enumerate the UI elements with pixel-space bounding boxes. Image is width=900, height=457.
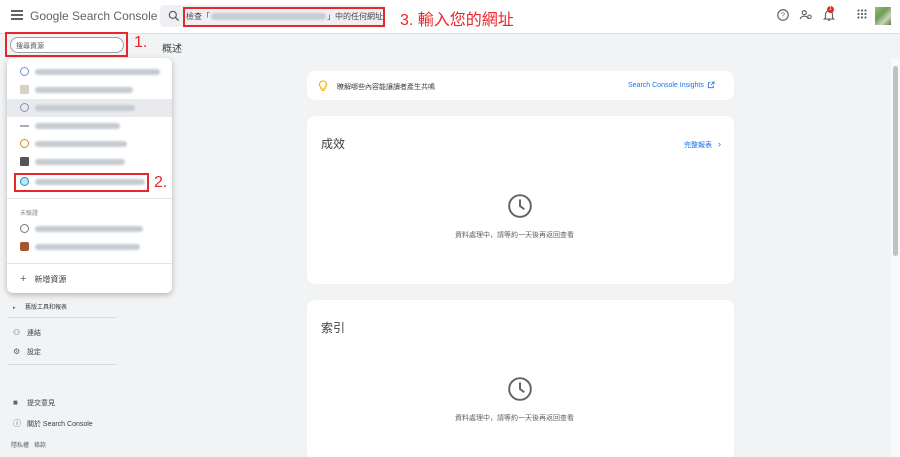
favicon-icon <box>20 139 29 148</box>
index-processing-message: 資料處理中，請等約一天後再返回查看 <box>455 415 574 422</box>
bulb-icon <box>319 80 327 91</box>
favicon-icon <box>20 85 29 94</box>
divider <box>7 198 172 199</box>
property-item[interactable] <box>7 117 172 135</box>
sidebar-item-feedback[interactable]: ■ 提交意見 <box>13 398 55 408</box>
open-external-icon[interactable] <box>707 81 715 89</box>
property-item[interactable] <box>7 153 172 171</box>
property-item[interactable] <box>7 135 172 153</box>
dropdown-category-label: 未驗證 <box>20 211 39 217</box>
manage-users-icon[interactable] <box>799 8 813 22</box>
favicon-icon <box>20 157 29 166</box>
clock-icon <box>508 377 532 401</box>
index-title: 索引 <box>321 321 346 335</box>
property-item-selected[interactable] <box>7 99 172 117</box>
scrollbar-thumb[interactable] <box>893 66 898 256</box>
globe-icon <box>20 67 29 76</box>
apps-grid-icon[interactable] <box>856 8 868 20</box>
favicon-icon <box>20 224 29 233</box>
menu-icon[interactable] <box>11 10 23 22</box>
divider <box>7 317 117 318</box>
search-icon <box>168 10 180 22</box>
annotation-box-step3 <box>183 7 385 27</box>
annotation-step2: 2. <box>154 174 168 191</box>
gear-icon: ⚙ <box>13 347 21 356</box>
sidebar-label: 提交意見 <box>26 400 55 407</box>
app-logo[interactable]: Google Search Console <box>30 9 157 23</box>
sidebar-label: 設定 <box>26 349 41 356</box>
blurred-property-name <box>35 69 160 75</box>
annotation-step3: 3. 輸入您的網址 <box>400 12 514 29</box>
full-report-label: 完整報表 <box>684 142 712 149</box>
property-search-input[interactable]: 搜尋資源 <box>10 37 124 53</box>
chevron-right-icon: › <box>717 139 721 149</box>
add-property-label: 新增資源 <box>34 275 67 284</box>
performance-processing-message: 資料處理中，請等約一天後再返回查看 <box>455 232 574 239</box>
clock-icon <box>508 194 532 218</box>
annotation-step1: 1. <box>134 34 148 51</box>
property-item[interactable] <box>7 63 172 81</box>
annotation-box-step2 <box>14 173 149 192</box>
info-icon: ⓘ <box>13 419 21 428</box>
sidebar-item-settings[interactable]: ⚙ 設定 <box>13 347 41 357</box>
property-item[interactable] <box>7 220 172 238</box>
insights-link[interactable]: Search Console Insights <box>628 82 704 89</box>
favicon-icon <box>20 125 29 127</box>
blurred-property-name <box>35 244 140 250</box>
main-scrollbar[interactable] <box>891 58 900 457</box>
blurred-property-name <box>35 226 143 232</box>
favicon-icon <box>20 242 29 251</box>
sidebar-item-links[interactable]: ⚇ 連結 <box>13 328 41 338</box>
help-icon[interactable]: ? <box>776 8 790 22</box>
blurred-property-name <box>35 87 133 93</box>
sidebar-label: 舊版工具和報表 <box>25 305 68 311</box>
sidebar-label: 關於 Search Console <box>26 421 93 428</box>
blurred-property-name <box>35 141 127 147</box>
sidebar-item-legacy-tools[interactable]: ▸ 舊版工具和報表 <box>13 302 67 311</box>
sidebar-item-about[interactable]: ⓘ 關於 Search Console <box>13 418 93 429</box>
svg-text:?: ? <box>781 13 785 20</box>
account-avatar[interactable] <box>875 7 891 25</box>
privacy-link[interactable]: 隱私權 <box>11 443 29 449</box>
notification-badge: 1 <box>827 6 834 13</box>
performance-title: 成效 <box>321 137 346 151</box>
plus-icon: + <box>20 273 27 285</box>
divider <box>7 263 172 264</box>
full-report-link[interactable]: 完整報表 › <box>684 139 721 150</box>
blurred-property-name <box>35 159 125 165</box>
logo-product: Search Console <box>72 9 158 23</box>
footer-links: 隱私權 條款 <box>11 440 46 449</box>
feedback-icon: ■ <box>13 398 18 407</box>
property-item[interactable] <box>7 238 172 256</box>
property-item[interactable] <box>7 81 172 99</box>
property-search-placeholder: 搜尋資源 <box>16 43 44 50</box>
sidebar-label: 連結 <box>26 330 41 337</box>
divider <box>7 364 117 365</box>
globe-icon <box>20 103 29 112</box>
add-property-button[interactable]: + 新增資源 <box>20 273 66 285</box>
insights-text: 瞭解哪些內容能讓讀者產生共鳴 <box>337 84 435 91</box>
logo-google: Google <box>30 9 69 23</box>
tab-overview[interactable]: 概述 <box>162 40 182 55</box>
blurred-property-name <box>35 123 120 129</box>
insights-link-label: Search Console Insights <box>628 82 704 89</box>
links-icon: ⚇ <box>13 328 21 337</box>
blurred-property-name <box>35 105 135 111</box>
terms-link[interactable]: 條款 <box>34 443 46 449</box>
chevron-right-icon: ▸ <box>13 305 16 311</box>
